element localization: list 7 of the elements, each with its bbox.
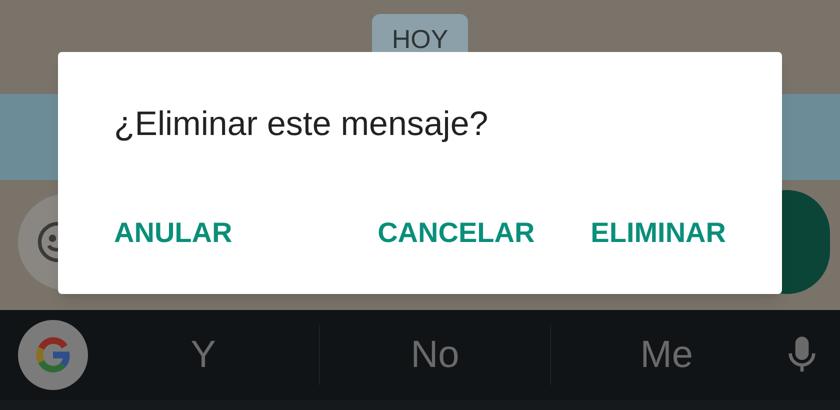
dialog-button[interactable]: ELIMINAR <box>590 212 726 254</box>
dialog-message: ¿Eliminar este mensaje? <box>114 104 490 145</box>
keyboard-suggestion[interactable]: Y <box>190 326 216 384</box>
keyboard-suggestion[interactable]: No <box>410 326 460 384</box>
keyboard-suggestion[interactable]: Me <box>640 326 694 384</box>
dialog-button[interactable]: ANULAR <box>114 212 232 254</box>
dialog-button[interactable]: CANCELAR <box>378 212 535 254</box>
